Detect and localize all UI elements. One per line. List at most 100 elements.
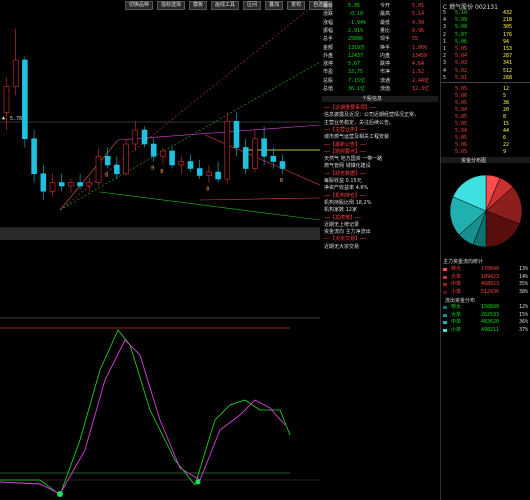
- trade-p: 5.06: [455, 142, 468, 148]
- legend-swatch: [443, 328, 447, 332]
- golden-cross-marker: [195, 479, 201, 485]
- toolbar-button[interactable]: 区间: [243, 1, 262, 10]
- orderbook-v: 305: [503, 24, 513, 31]
- pie-title: 资金分布图: [461, 158, 487, 164]
- fund-flow-p: 37%: [519, 326, 529, 333]
- quote-value: 1.06%: [412, 44, 428, 51]
- trade-p: 5.04: [455, 128, 468, 134]
- info-line: 机构家数 12家: [324, 207, 357, 214]
- orderbook-v: 287: [503, 53, 513, 60]
- quote-label: 外盘: [323, 52, 334, 59]
- quote-value: -0.10: [348, 11, 364, 18]
- quote-row: 金额 1319万 换手 1.06%: [322, 44, 438, 52]
- orderbook-row[interactable]: 4 5.02 512: [441, 68, 530, 75]
- toolbar-button[interactable]: 切换品种: [125, 1, 154, 10]
- quote-value: 55: [412, 36, 419, 43]
- orderbook-n: 1: [443, 38, 447, 45]
- candle: [114, 164, 120, 175]
- trade-p: 5.05: [455, 121, 468, 127]
- quote-row: 市盈 33.75 市净 1.52: [322, 68, 438, 76]
- info-line: ──【机构持仓】──: [324, 192, 367, 199]
- buy-signals: BBBBB: [105, 166, 283, 193]
- candle: [141, 129, 148, 145]
- info-line: 天然气 地方国资 一带一路: [324, 156, 383, 163]
- price-marker: ▲: [2, 115, 5, 121]
- quote-value: 1.52: [412, 69, 425, 76]
- candle: [252, 138, 258, 169]
- info-line: ──【龙虎榜】──: [324, 214, 362, 221]
- candle: [104, 155, 111, 166]
- money-flow-pie: [449, 174, 523, 248]
- trade-row: 5.05 12: [441, 86, 530, 93]
- orderbook-p: 5.06: [455, 38, 468, 45]
- orderbook-row[interactable]: 1 5.05 153: [441, 46, 530, 53]
- orderbook-v: 176: [503, 31, 513, 38]
- trade-p: 5.05: [455, 100, 468, 106]
- quote-label: 涨停: [323, 61, 334, 68]
- orderbook-row[interactable]: 4 5.09 218: [441, 17, 530, 24]
- orderbook-row[interactable]: 3 5.08 305: [441, 24, 530, 31]
- orderbook-row[interactable]: 5 5.01 268: [441, 75, 530, 82]
- quote-row: 涨跌 -0.10 最高 5.14: [322, 10, 438, 18]
- orderbook-row[interactable]: 5 5.10 432: [441, 10, 530, 17]
- kline-chart[interactable]: ▲ 5.78 BBBBB: [0, 0, 320, 500]
- trade-row: 5.05 8: [441, 114, 530, 121]
- toolbar-button[interactable]: 叠加: [265, 1, 284, 10]
- quote-value: 7.15亿: [348, 77, 366, 84]
- orderbook-n: 1: [443, 46, 447, 52]
- quote-value: 25896: [348, 36, 364, 43]
- fund-flow-v: 512036: [481, 288, 500, 295]
- info-panel: 个股信息 ──【近期重要事项】── 信息披露及近况：公司近期经营情况正常， 主营业务…: [322, 96, 438, 266]
- toolbar-button[interactable]: 指标选择: [157, 1, 186, 10]
- trade-p: 5.06: [455, 93, 468, 99]
- candle: [270, 155, 277, 162]
- flow-title: 主力资金流向统计: [443, 259, 484, 265]
- toolbar-button[interactable]: 复权: [287, 1, 306, 10]
- candle: [58, 182, 65, 187]
- quote-row: 最新 5.05 今开 5.05: [322, 2, 438, 10]
- orderbook-p: 5.04: [455, 53, 468, 60]
- info-line: ──【近期重要事项】──: [324, 105, 377, 111]
- buy-signal-label: B: [151, 166, 154, 172]
- quote-label: 内盘: [380, 52, 391, 59]
- legend-swatch: [443, 290, 447, 294]
- orderbook-v: 94: [503, 38, 510, 45]
- fund-flow-v: 498211: [481, 326, 500, 333]
- quote-panel: 最新 5.05 今开 5.05 涨跌 -0.10 最高 5.14 涨幅 -1.94% 最低 4.99 振…: [322, 0, 438, 93]
- toolbar-button[interactable]: 画线工具: [211, 1, 240, 10]
- orderbook-p: 5.10: [455, 10, 468, 16]
- fund-flow-row: 小单 512036 38%: [441, 289, 530, 296]
- quote-value: 5.67: [348, 61, 361, 68]
- fund-flow-k: 特大: [451, 304, 462, 310]
- fund-flow-row: 特大 170848 13%: [441, 266, 530, 273]
- candle: [49, 182, 56, 192]
- orderbook-row[interactable]: 3 5.03 341: [441, 60, 530, 67]
- legend-swatch: [443, 313, 447, 317]
- trade-p: 5.04: [455, 107, 468, 113]
- fund-flow-row: 中单 468923 35%: [441, 281, 530, 288]
- candle: [12, 59, 19, 87]
- orderbook-n: 2: [443, 31, 447, 38]
- fund-flow-v: 468923: [481, 281, 500, 287]
- trade-v: 5: [503, 93, 507, 99]
- quote-row: 总股 7.15亿 流通 2.44亿: [322, 77, 438, 85]
- orderbook-v: 512: [503, 67, 513, 74]
- orderbook-p: 5.03: [455, 60, 468, 67]
- trade-row: 5.05 38: [441, 100, 530, 107]
- candle: [196, 168, 203, 176]
- drawn-trendlines[interactable]: [59, 0, 320, 221]
- quote-row: 总手 25896 现手 55: [322, 35, 438, 43]
- trade-v: 44: [503, 128, 510, 134]
- quote-row: 涨停 5.67 跌停 4.64: [322, 60, 438, 68]
- quote-label: 总值: [323, 86, 334, 92]
- toolbar-button[interactable]: 模板: [189, 1, 208, 10]
- quote-label: 总股: [323, 77, 334, 84]
- orderbook-n: 2: [443, 53, 447, 60]
- orderbook-row[interactable]: 2 5.07 176: [441, 32, 530, 39]
- trade-p: 5.05: [455, 114, 468, 120]
- candle: [215, 171, 221, 180]
- candle: [206, 171, 212, 176]
- fund-flow-k: 中单: [451, 281, 462, 287]
- orderbook-row[interactable]: 1 5.06 94: [441, 39, 530, 46]
- orderbook-row[interactable]: 2 5.04 287: [441, 53, 530, 60]
